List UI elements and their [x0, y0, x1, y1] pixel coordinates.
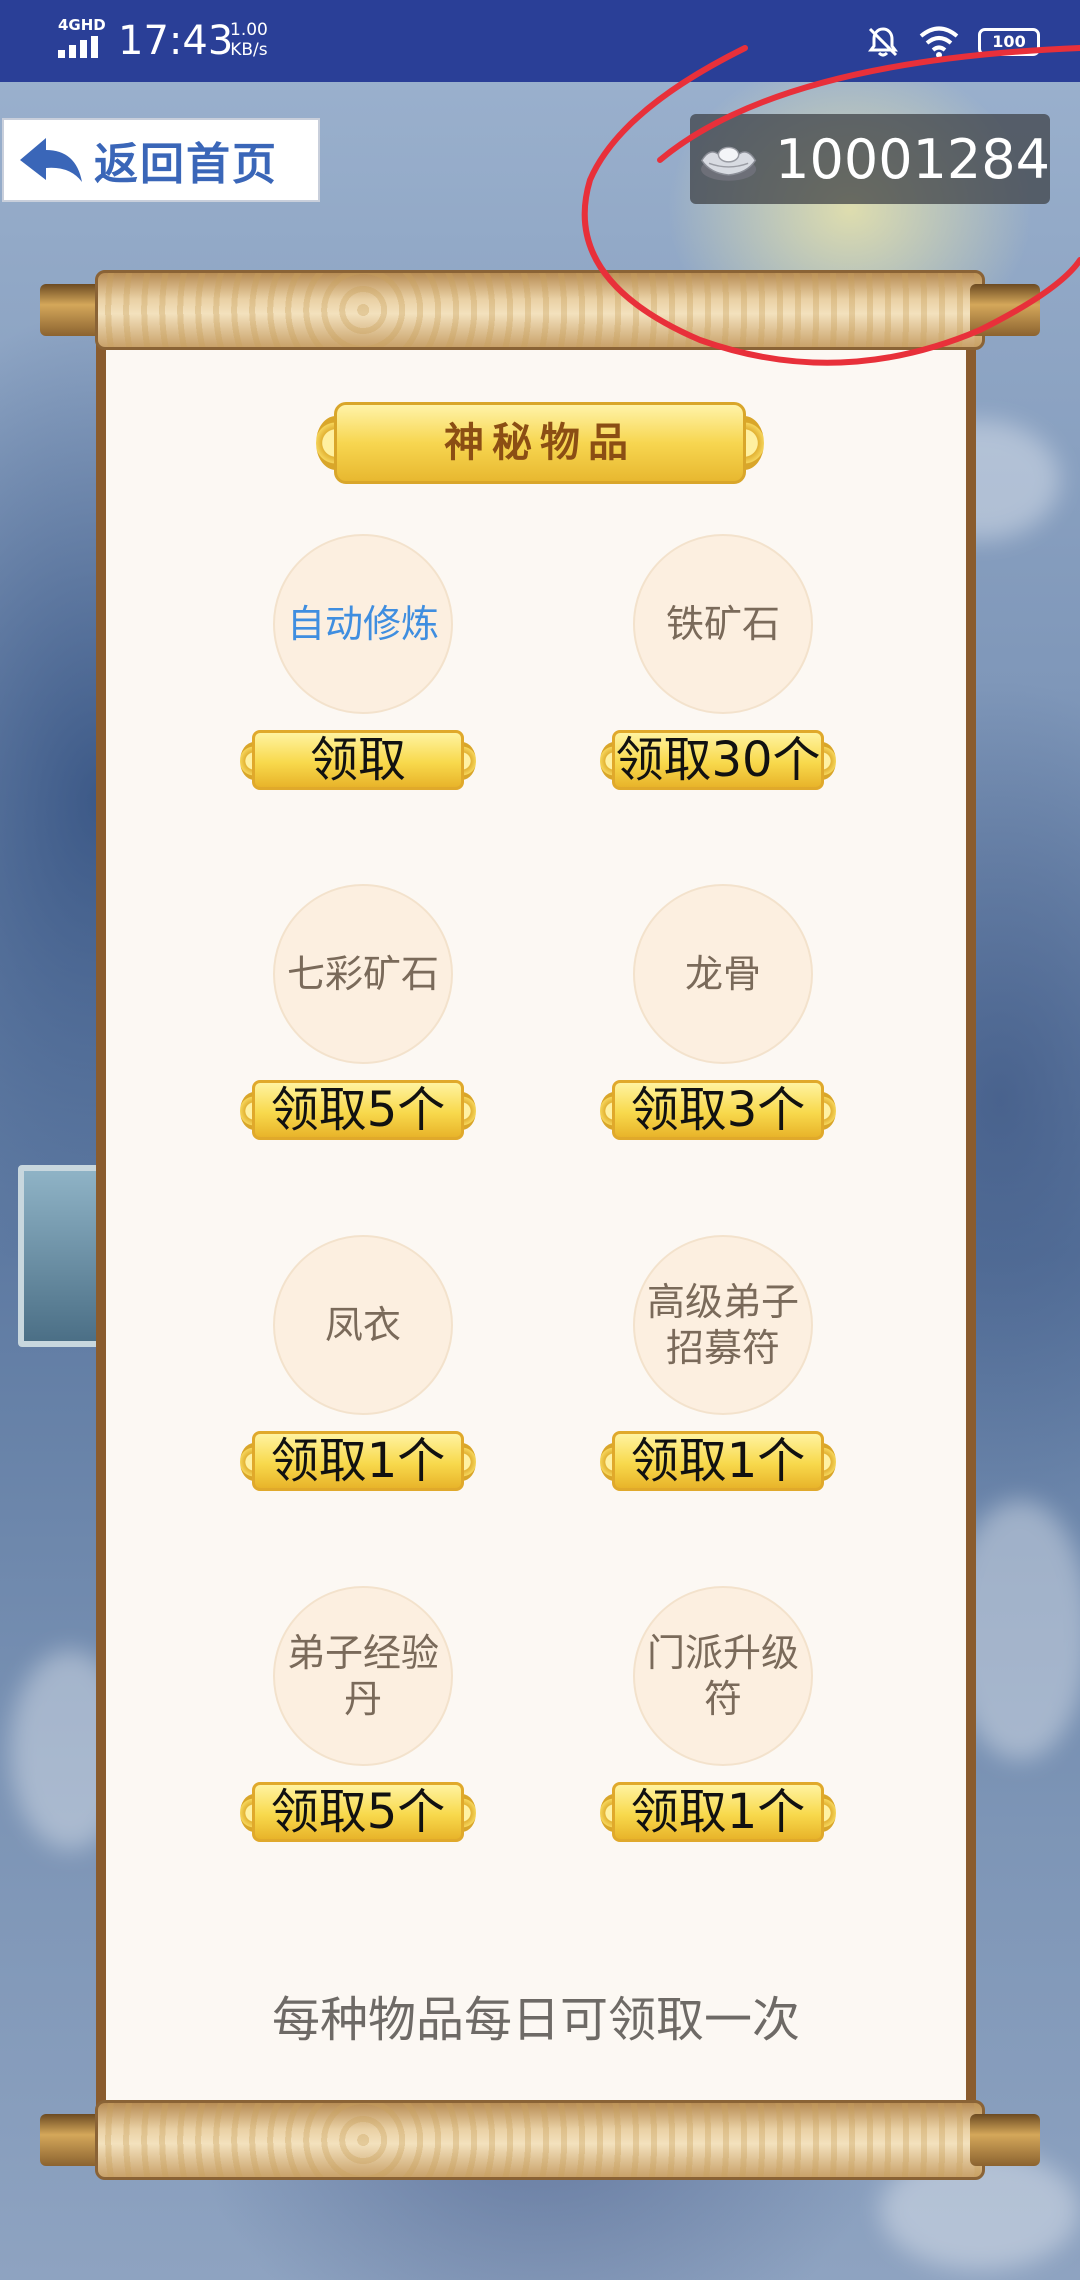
signal-icon [58, 36, 104, 58]
item-card: 弟子经验丹 领取5个 [238, 1586, 488, 1846]
claim-button[interactable]: 领取30个 [598, 726, 838, 794]
mute-bell-icon [868, 27, 898, 57]
claim-button-label: 领取1个 [270, 1433, 446, 1489]
item-card: 七彩矿石 领取5个 [238, 884, 488, 1144]
claim-button-label: 领取5个 [270, 1784, 446, 1840]
network-speed: 1.00 KB/s [230, 20, 268, 60]
item-name: 七彩矿石 [286, 952, 439, 996]
item-card: 龙骨 领取3个 [598, 884, 848, 1144]
currency-value: 10001284 [775, 127, 1050, 191]
clock: 17:43 [118, 18, 234, 64]
claim-button[interactable]: 领取1个 [598, 1778, 838, 1846]
item-name: 龙骨 [684, 952, 761, 996]
claim-button-label: 领取30个 [615, 732, 821, 788]
item-name: 凤衣 [324, 1303, 401, 1347]
item-card: 凤衣 领取1个 [238, 1235, 488, 1495]
back-to-home-button[interactable]: 返回首页 [2, 118, 320, 202]
item-card: 门派升级符 领取1个 [598, 1586, 848, 1846]
claim-button-label: 领取1个 [630, 1433, 806, 1489]
battery-indicator: 100 [978, 28, 1040, 56]
currency-display: 10001284 [690, 114, 1050, 204]
item-name: 门派升级符 [646, 1631, 799, 1721]
item-icon[interactable]: 凤衣 [273, 1235, 453, 1415]
item-icon[interactable]: 自动修炼 [273, 534, 453, 714]
wifi-icon [919, 26, 959, 58]
claim-button[interactable]: 领取1个 [598, 1427, 838, 1495]
scroll-bottom-rod [40, 2100, 1040, 2180]
network-type: 4GHD [58, 16, 106, 34]
item-card: 自动修炼 领取 [238, 534, 488, 794]
claim-button-label: 领取1个 [630, 1784, 806, 1840]
claim-button[interactable]: 领取 [238, 726, 478, 794]
claim-button-label: 领取3个 [630, 1082, 806, 1138]
item-icon[interactable]: 龙骨 [633, 884, 813, 1064]
item-icon[interactable]: 七彩矿石 [273, 884, 453, 1064]
item-card: 铁矿石 领取30个 [598, 534, 848, 794]
item-icon[interactable]: 高级弟子招募符 [633, 1235, 813, 1415]
panel-title-plaque: 神秘物品 [316, 394, 764, 492]
claim-button[interactable]: 领取3个 [598, 1076, 838, 1144]
item-icon[interactable]: 门派升级符 [633, 1586, 813, 1766]
item-name: 弟子经验丹 [286, 1631, 439, 1721]
silver-ingot-icon [700, 146, 757, 181]
scroll-top-rod [40, 270, 1040, 350]
status-bar: 4GHD 17:43 1.00 KB/s 100 [0, 0, 1080, 82]
daily-claim-note: 每种物品每日可领取一次 [271, 1992, 800, 2048]
claim-button-label: 领取5个 [270, 1082, 446, 1138]
back-arrow-icon [20, 138, 82, 182]
claim-button[interactable]: 领取5个 [238, 1778, 478, 1846]
item-icon[interactable]: 铁矿石 [633, 534, 813, 714]
item-name: 铁矿石 [665, 602, 780, 646]
panel-title: 神秘物品 [444, 419, 636, 466]
item-name: 自动修炼 [286, 602, 439, 646]
claim-button[interactable]: 领取5个 [238, 1076, 478, 1144]
item-card: 高级弟子招募符 领取1个 [598, 1235, 848, 1495]
back-button-label: 返回首页 [94, 139, 278, 190]
claim-button[interactable]: 领取1个 [238, 1427, 478, 1495]
item-icon[interactable]: 弟子经验丹 [273, 1586, 453, 1766]
item-name: 高级弟子招募符 [646, 1280, 799, 1370]
claim-button-label: 领取 [309, 732, 406, 788]
